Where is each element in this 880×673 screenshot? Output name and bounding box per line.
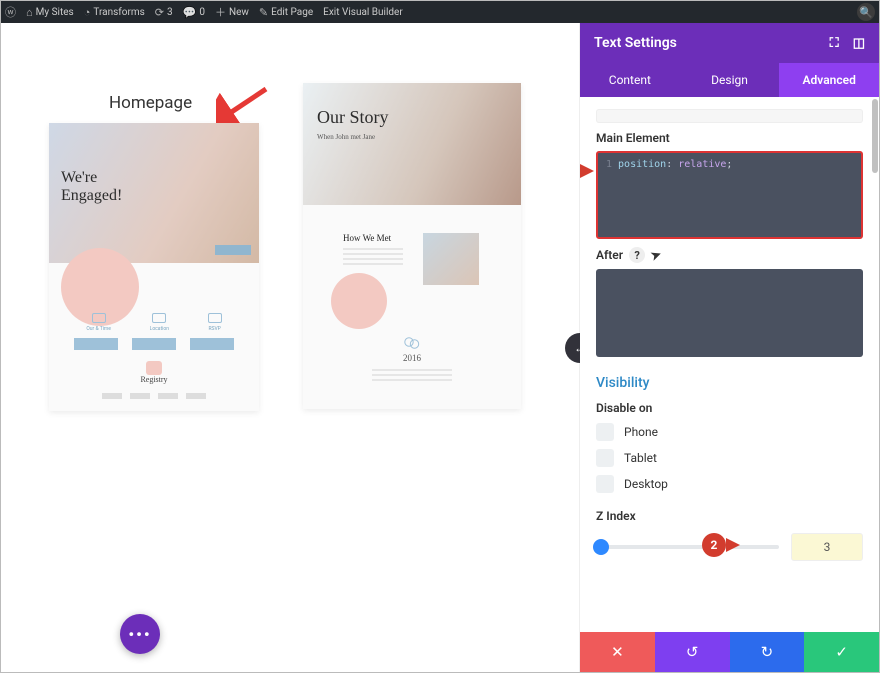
wordpress-icon: ⓦ — [5, 4, 16, 20]
gauge-icon: ◔ — [84, 6, 91, 19]
help-icon[interactable]: ? — [629, 247, 645, 263]
wp-admin-bar: ⓦ ⌂My Sites ◔Transforms ⟳3 💬0 ＋New ✎Edit… — [1, 1, 879, 23]
thumb1-hero-button — [215, 245, 251, 255]
line-number: 1 — [606, 159, 612, 170]
disable-phone-label: Phone — [624, 425, 658, 439]
edit-page[interactable]: ✎Edit Page — [259, 6, 313, 19]
callout-2: 2 — [702, 533, 740, 557]
thumb2-circle — [331, 273, 387, 329]
thumb1-hero: We're Engaged! — [49, 123, 259, 263]
after-label: After ? ➤ — [596, 247, 863, 263]
new[interactable]: ＋New — [215, 4, 249, 20]
updates-count: 3 — [167, 7, 173, 18]
home-icon: ⌂ — [26, 6, 33, 19]
sidebar-body: Main Element 1 1position: relative; Afte… — [580, 97, 879, 632]
thumb1-icon1-label: Our & Time — [86, 326, 111, 332]
my-sites-label: My Sites — [36, 7, 74, 18]
code-prop: position — [618, 159, 666, 170]
pencil-icon: ✎ — [259, 6, 268, 19]
tab-content[interactable]: Content — [580, 63, 680, 97]
annotation-arrow — [216, 83, 272, 127]
after-css[interactable] — [596, 269, 863, 357]
visibility-title[interactable]: Visibility — [596, 375, 863, 391]
tab-advanced[interactable]: Advanced — [779, 63, 879, 97]
before-codearea-collapsed[interactable] — [596, 109, 863, 123]
save-button[interactable]: ✓ — [804, 632, 879, 672]
thumb2-hero-sub: When John met Jane — [317, 133, 375, 141]
chat-icon — [404, 337, 420, 349]
redo-icon: ↻ — [761, 643, 774, 661]
callout-2-num: 2 — [702, 533, 726, 557]
thumb1-registry-icon — [146, 361, 162, 375]
search-icon: 🔍 — [859, 6, 873, 19]
zindex-slider-thumb[interactable] — [594, 540, 608, 554]
comments-count: 0 — [199, 7, 205, 18]
thumb2-howwemet: How We Met — [343, 233, 391, 243]
tab-design[interactable]: Design — [680, 63, 780, 97]
plus-icon: ＋ — [215, 4, 226, 20]
disable-desktop-checkbox[interactable] — [596, 475, 614, 493]
new-label: New — [229, 7, 249, 18]
cancel-button[interactable]: ✕ — [580, 632, 655, 672]
undo-icon: ↺ — [686, 643, 699, 661]
after-label-text: After — [596, 248, 623, 262]
expand-icon[interactable]: ⛶ — [830, 36, 839, 51]
snap-icon[interactable]: ◫ — [853, 36, 865, 51]
page-title: Homepage — [109, 93, 192, 113]
edit-page-label: Edit Page — [271, 7, 313, 18]
disable-tablet-label: Tablet — [624, 451, 657, 465]
thumb1-hero-line1: We're — [61, 169, 97, 186]
disable-desktop-label: Desktop — [624, 477, 668, 491]
transforms[interactable]: ◔Transforms — [84, 6, 145, 19]
thumb2-hero: Our Story When John met Jane — [303, 83, 521, 205]
redo-button[interactable]: ↻ — [730, 632, 805, 672]
exit-label: Exit Visual Builder — [323, 7, 403, 18]
thumb1-btn1 — [74, 338, 118, 350]
sidebar-actions: ✕ ↺ ↻ ✓ — [580, 632, 879, 672]
thumb2-year: 2016 — [303, 353, 521, 363]
sidebar-tabs: Content Design Advanced — [580, 63, 879, 97]
my-sites[interactable]: ⌂My Sites — [26, 6, 74, 19]
transforms-label: Transforms — [93, 7, 144, 18]
layout-thumb-1[interactable]: We're Engaged! Our & Time Location RSVP — [49, 123, 259, 411]
code-val: relative — [678, 159, 726, 170]
updates[interactable]: ⟳3 — [155, 6, 173, 19]
scrollbar[interactable] — [872, 99, 878, 173]
disable-tablet-checkbox[interactable] — [596, 449, 614, 467]
comments[interactable]: 💬0 — [183, 6, 205, 19]
comment-icon: 💬 — [183, 6, 197, 19]
thumb2-hero-title: Our Story — [317, 107, 389, 128]
undo-button[interactable]: ↺ — [655, 632, 730, 672]
main-element-css[interactable]: 1 1position: relative; — [596, 151, 863, 239]
close-icon: ✕ — [611, 643, 624, 661]
admin-search[interactable]: 🔍 — [857, 3, 875, 21]
dots-icon: ••• — [128, 625, 151, 644]
thumb1-icon3-label: RSVP — [208, 326, 220, 332]
divi-fab[interactable]: ••• — [120, 614, 160, 654]
thumb1-icon2-label: Location — [150, 326, 169, 332]
disable-on-label: Disable on — [596, 401, 863, 415]
zindex-input[interactable]: 3 — [791, 533, 863, 561]
thumb2-photo — [423, 233, 479, 285]
callout-1: 1 — [580, 159, 594, 183]
zindex-slider[interactable] — [596, 545, 779, 549]
sidebar-header: Text Settings ⛶ ◫ — [580, 23, 879, 63]
wp-logo[interactable]: ⓦ — [5, 4, 16, 20]
thumb1-btn2 — [132, 338, 176, 350]
disable-phone-checkbox[interactable] — [596, 423, 614, 441]
thumb1-hero-line2: Engaged! — [61, 187, 122, 204]
sidebar-title: Text Settings — [594, 35, 677, 51]
thumb1-btn3 — [190, 338, 234, 350]
thumb1-registry-label: Registry — [49, 375, 259, 384]
zindex-label: Z Index — [596, 509, 863, 523]
settings-sidebar: ↔ Text Settings ⛶ ◫ Content Design Advan… — [579, 23, 879, 672]
layout-thumb-2[interactable]: Our Story When John met Jane How We Met … — [303, 83, 521, 409]
cursor-icon: ➤ — [649, 247, 663, 264]
main-element-label: Main Element — [596, 131, 863, 145]
exit-visual-builder[interactable]: Exit Visual Builder — [323, 7, 403, 18]
refresh-icon: ⟳ — [155, 6, 164, 19]
check-icon: ✓ — [835, 643, 848, 661]
canvas: Homepage We're Engaged! — [1, 23, 579, 672]
